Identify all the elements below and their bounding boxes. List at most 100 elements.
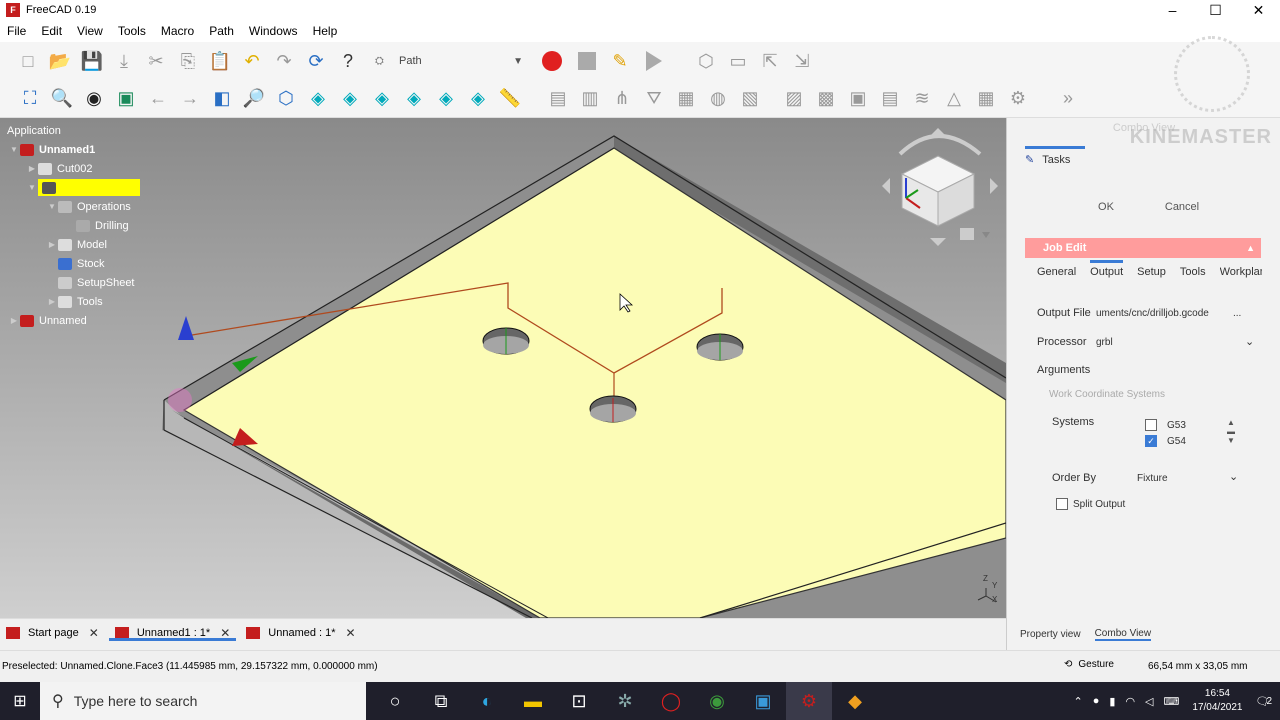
back-view-icon[interactable]: ← — [144, 85, 172, 113]
fit-selection-icon[interactable]: 🔍 — [48, 85, 76, 113]
expand-arrow-icon[interactable]: ▶ — [46, 240, 58, 249]
open-file-icon[interactable]: 📂 — [46, 47, 74, 75]
tree-item-drilling[interactable]: Drilling — [0, 216, 160, 235]
link-icon[interactable]: ⇱ — [756, 47, 784, 75]
expand-arrow-icon[interactable]: ▶ — [46, 297, 58, 306]
tab-output[interactable]: Output — [1090, 260, 1124, 282]
bounding-box-icon[interactable]: ▣ — [112, 85, 140, 113]
tab-general[interactable]: General — [1037, 266, 1076, 282]
tree-item-operations[interactable]: ▼ Operations — [0, 197, 160, 216]
link-actions-icon[interactable]: ⇲ — [788, 47, 816, 75]
wifi-icon[interactable]: ◠ — [1125, 695, 1135, 708]
workbench-view-icon[interactable]: ◧ — [208, 85, 236, 113]
measure-icon[interactable]: 📏 — [496, 85, 524, 113]
front-view-icon[interactable]: ◈ — [304, 85, 332, 113]
processor-select[interactable]: grbl — [1096, 337, 1113, 348]
minimize-button[interactable]: – — [1151, 0, 1194, 20]
input-language-icon[interactable]: ⌨ — [1164, 695, 1180, 708]
right-view-icon[interactable]: ◈ — [368, 85, 396, 113]
chrome-icon[interactable]: ◉ — [694, 682, 740, 720]
tab-combo-view[interactable]: Combo View — [1094, 628, 1152, 641]
g53-checkbox[interactable] — [1145, 419, 1157, 431]
deburr-icon[interactable]: ▣ — [844, 85, 872, 113]
refresh-icon[interactable]: ⟳ — [302, 47, 330, 75]
redo-icon[interactable]: ↷ — [270, 47, 298, 75]
tree-item-job[interactable]: ▼ Job — [0, 178, 160, 197]
split-output-checkbox[interactable] — [1056, 498, 1068, 510]
workbench-selector[interactable]: ⛭ Path ▼ — [374, 49, 524, 73]
list-scrollbar[interactable]: ▲ ▬ ▼ — [1227, 418, 1235, 445]
tree-item-unnamed1[interactable]: ▼ Unnamed1 — [0, 140, 160, 159]
app2-icon[interactable]: ◆ — [832, 682, 878, 720]
volume-icon[interactable]: ◁ — [1145, 695, 1153, 708]
vcarve-icon[interactable]: △ — [940, 85, 968, 113]
tree-item-model[interactable]: ▶ Model — [0, 235, 160, 254]
forward-view-icon[interactable]: → — [176, 85, 204, 113]
close-icon[interactable]: ✕ — [89, 626, 99, 640]
tab-start-page[interactable]: Start page ✕ — [0, 619, 105, 647]
menu-view[interactable]: View — [70, 24, 111, 38]
face-icon[interactable]: ▦ — [672, 85, 700, 113]
store-icon[interactable]: ⊡ — [556, 682, 602, 720]
tab-tasks[interactable]: ✎ Tasks — [1025, 146, 1085, 170]
top-view-icon[interactable]: ◈ — [336, 85, 364, 113]
post-process-icon[interactable]: ▥ — [576, 85, 604, 113]
zoom-icon[interactable]: 🔎 — [240, 85, 268, 113]
g54-checkbox[interactable]: ✓ — [1145, 435, 1157, 447]
toolbar-more-icon[interactable]: » — [1054, 85, 1082, 113]
menu-help[interactable]: Help — [306, 24, 346, 38]
cancel-button[interactable]: Cancel — [1137, 196, 1227, 218]
taskbar-search[interactable]: ⚲ Type here to search — [40, 682, 366, 720]
collapse-arrow-icon[interactable]: ▼ — [46, 202, 58, 211]
inspect-icon[interactable]: ≋ — [908, 85, 936, 113]
windows-start-button[interactable]: ⊞ — [0, 691, 40, 711]
tool-library-icon[interactable]: ▦ — [972, 85, 1000, 113]
collapse-arrow-icon[interactable]: ▼ — [26, 183, 38, 192]
tab-tools[interactable]: Tools — [1180, 266, 1206, 282]
job-icon[interactable]: ▤ — [544, 85, 572, 113]
undo-icon[interactable]: ↶ — [238, 47, 266, 75]
expand-arrow-icon[interactable]: ▶ — [26, 164, 38, 173]
collapse-arrow-icon[interactable]: ▼ — [8, 145, 20, 154]
left-view-icon[interactable]: ◈ — [464, 85, 492, 113]
tab-property-view[interactable]: Property view — [1020, 629, 1081, 640]
app-icon[interactable]: ✲ — [602, 682, 648, 720]
tab-setup[interactable]: Setup — [1137, 266, 1166, 282]
part-icon[interactable]: ⬡ — [692, 47, 720, 75]
group-icon[interactable]: ▭ — [724, 47, 752, 75]
cut-icon[interactable]: ✂ — [142, 47, 170, 75]
tab-unnamed1[interactable]: Unnamed1 : 1* ✕ — [108, 619, 237, 647]
menu-tools[interactable]: Tools — [111, 24, 154, 38]
chevron-up-icon[interactable]: ▲ — [1246, 243, 1255, 253]
save-as-icon[interactable]: ⤓ — [110, 47, 138, 75]
bottom-view-icon[interactable]: ◈ — [432, 85, 460, 113]
helix-icon[interactable]: ◍ — [704, 85, 732, 113]
close-button[interactable]: ✕ — [1237, 0, 1280, 20]
edge-icon[interactable]: ◐ — [464, 682, 510, 720]
edit-macro-icon[interactable]: ✎ — [606, 47, 634, 75]
menu-edit[interactable]: Edit — [34, 24, 70, 38]
battery-icon[interactable]: ▮ — [1109, 695, 1115, 708]
order-by-select[interactable]: Fixture — [1137, 473, 1168, 484]
navigation-cube[interactable] — [882, 128, 998, 246]
dressup-icon[interactable]: ▨ — [780, 85, 808, 113]
file-explorer-icon[interactable]: ▬ — [510, 682, 556, 720]
pocket-icon[interactable]: ⛛ — [640, 85, 668, 113]
chevron-up-icon[interactable]: ⌃ — [1074, 695, 1083, 708]
menu-file[interactable]: File — [0, 24, 34, 38]
chevron-down-icon[interactable]: ⌄ — [1245, 335, 1254, 348]
record-macro-button[interactable] — [542, 51, 562, 71]
isometric-view-icon[interactable]: ⬡ — [272, 85, 300, 113]
output-file-field[interactable]: uments/cnc/drilljob.gcode — [1096, 308, 1209, 319]
tree-item-setupsheet[interactable]: SetupSheet — [0, 273, 160, 292]
run-macro-button[interactable] — [646, 51, 662, 71]
tree-item-cut002[interactable]: ▶ Cut002 — [0, 159, 160, 178]
clock[interactable]: 16:54 17/04/2021 — [1192, 687, 1242, 715]
expand-arrow-icon[interactable]: ▶ — [8, 316, 20, 325]
tree-item-unnamed[interactable]: ▶ Unnamed — [0, 311, 160, 330]
adaptive-icon[interactable]: ▧ — [736, 85, 764, 113]
rear-view-icon[interactable]: ◈ — [400, 85, 428, 113]
task-view-icon[interactable]: ⧉ — [418, 682, 464, 720]
maximize-button[interactable]: ☐ — [1194, 0, 1237, 20]
cortana-icon[interactable]: ○ — [372, 682, 418, 720]
